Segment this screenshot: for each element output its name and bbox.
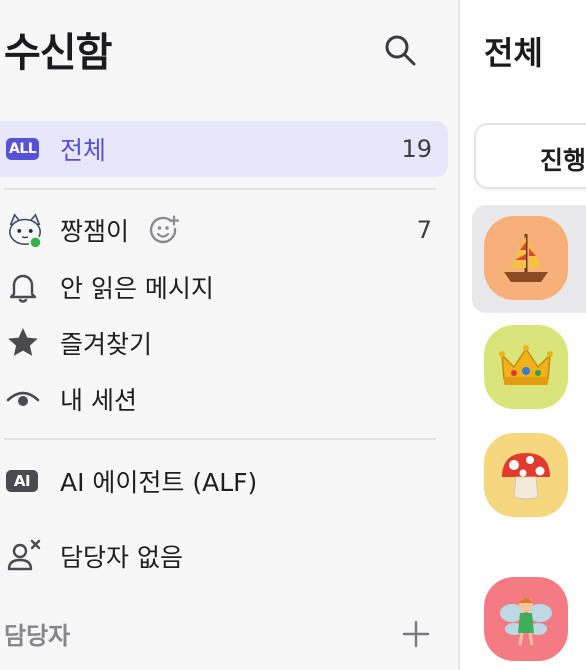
sidebar-item-unassigned[interactable]: 담당자 없음	[0, 528, 448, 584]
plus-icon	[402, 620, 430, 648]
sidebar-item-label: 즐겨찾기	[60, 330, 153, 359]
sidebar-item-label: AI 에이전트 (ALF)	[60, 468, 258, 497]
ai-badge-icon: AI	[0, 461, 44, 501]
divider	[4, 438, 436, 440]
search-icon	[385, 35, 416, 66]
sidebar-item-label: 담당자 없음	[60, 543, 183, 572]
add-emoji-icon[interactable]	[149, 215, 180, 245]
sidebar-item-ai-agent[interactable]: AI AI 에이전트 (ALF)	[0, 453, 448, 509]
sidebar-item-my-sessions[interactable]: 내 세션	[0, 371, 448, 427]
sidebar-item-all[interactable]: ALL 전체 19	[0, 121, 448, 177]
sidebar-item-label: 안 읽은 메시지	[60, 274, 214, 303]
sidebar-item-favorites[interactable]: 즐겨찾기	[0, 315, 448, 371]
section-label-assignee: 담당자	[4, 622, 71, 650]
sidebar-item-label: 짱잼이	[60, 217, 130, 246]
add-assignee-button[interactable]	[398, 616, 434, 652]
search-button[interactable]	[380, 30, 420, 70]
avatar	[0, 210, 44, 250]
tab-in-progress[interactable]: 진행중	[474, 123, 586, 189]
sidebar-item-count: 7	[416, 216, 432, 244]
chat-list: 진행중	[460, 0, 586, 670]
sailboat-icon	[504, 234, 548, 282]
cat-avatar-icon	[9, 213, 43, 249]
sidebar-item-team[interactable]: 짱잼이 7	[0, 202, 448, 258]
sidebar-item-unread[interactable]: 안 읽은 메시지	[0, 259, 448, 315]
all-badge-icon: ALL	[0, 129, 44, 169]
list-item-avatar[interactable]	[484, 216, 568, 300]
list-item-avatar[interactable]	[484, 433, 568, 517]
star-icon	[8, 328, 38, 356]
divider	[4, 188, 436, 190]
sidebar-item-label: 전체	[60, 136, 107, 165]
mushroom-icon	[502, 453, 550, 500]
user-unassigned-icon	[7, 539, 41, 571]
list-item-avatar[interactable]	[484, 577, 568, 661]
sidebar-item-count: 19	[401, 135, 432, 163]
sidebar: 수신함 ALL 전체 19 짱잼이 7 안 읽은 메시지 즐겨찾기 내 세션 A…	[0, 0, 458, 670]
fairy-icon	[500, 598, 552, 646]
bell-icon	[9, 274, 37, 303]
page-title: 수신함	[4, 30, 112, 76]
eye-icon	[6, 391, 40, 406]
crown-icon	[499, 345, 553, 385]
sidebar-item-label: 내 세션	[60, 386, 137, 415]
list-item-avatar[interactable]	[484, 325, 568, 409]
